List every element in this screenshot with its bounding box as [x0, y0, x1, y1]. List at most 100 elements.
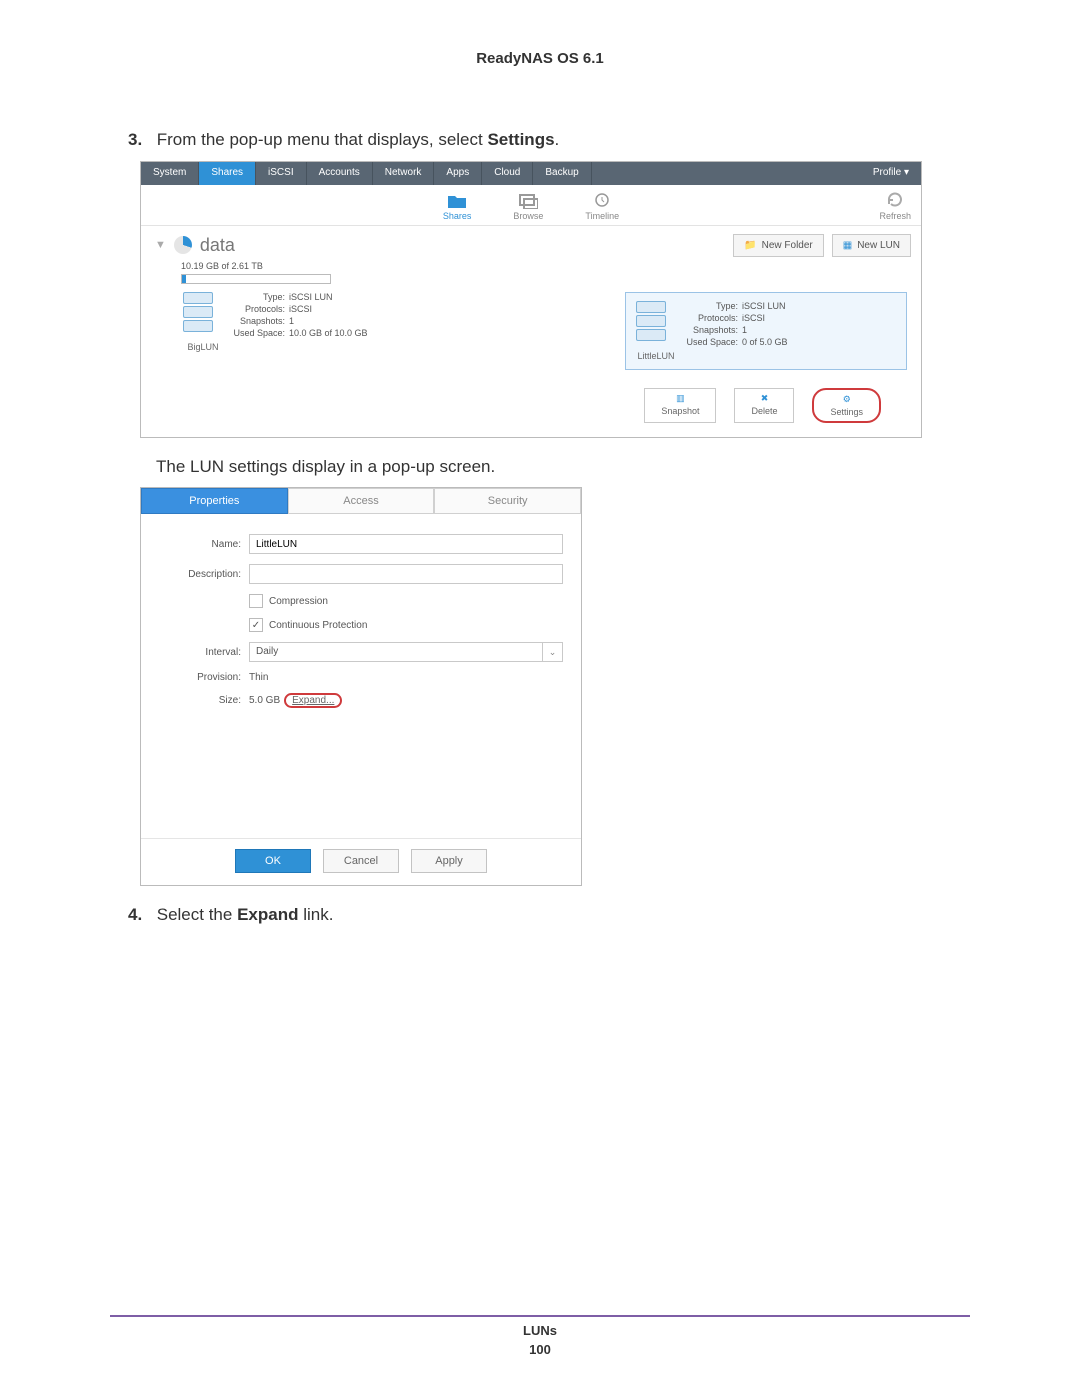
toolbar-shares[interactable]: Shares	[443, 191, 472, 221]
v: iSCSI LUN	[289, 292, 333, 302]
folder-icon	[443, 191, 472, 211]
browse-icon	[513, 191, 543, 211]
nav-apps[interactable]: Apps	[434, 162, 482, 185]
step-3-number: 3.	[128, 127, 152, 153]
k: Used Space:	[225, 328, 289, 338]
step-4-number: 4.	[128, 902, 152, 928]
nav-iscsi[interactable]: iSCSI	[256, 162, 307, 185]
k: Type:	[225, 292, 289, 302]
nav-cloud[interactable]: Cloud	[482, 162, 533, 185]
toolbar-timeline-label: Timeline	[585, 211, 619, 221]
nav-profile[interactable]: Profile ▾	[861, 162, 921, 185]
tab-properties[interactable]: Properties	[141, 488, 288, 514]
compression-label: Compression	[269, 596, 328, 607]
new-lun-button[interactable]: ▦ New LUN	[832, 234, 911, 257]
size-label: Size:	[159, 695, 249, 706]
expand-link[interactable]: Expand...	[284, 693, 342, 708]
nav-backup[interactable]: Backup	[533, 162, 591, 185]
lun-disk-icon	[183, 292, 213, 304]
v: 1	[289, 316, 294, 326]
interval-select[interactable]: Daily	[249, 642, 543, 662]
biglun-name: BigLUN	[181, 342, 225, 352]
gear-icon: ⚙	[843, 394, 851, 405]
name-field[interactable]	[249, 534, 563, 554]
volume-usage-bar	[181, 274, 331, 284]
snapshot-icon: ▥	[676, 393, 685, 404]
settings-label: Settings	[830, 407, 863, 417]
toolbar-browse-label: Browse	[513, 211, 543, 221]
tab-security[interactable]: Security	[434, 488, 581, 514]
continuous-checkbox[interactable]: ✓	[249, 618, 263, 632]
new-folder-button[interactable]: 📁 New Folder	[733, 234, 824, 257]
settings-button[interactable]: ⚙ Settings	[812, 388, 881, 423]
chevron-down-icon[interactable]: ⌄	[543, 642, 563, 662]
continuous-label: Continuous Protection	[269, 620, 367, 631]
clock-icon	[585, 191, 619, 211]
toolbar-timeline[interactable]: Timeline	[585, 191, 619, 221]
tab-access[interactable]: Access	[288, 488, 435, 514]
snapshot-label: Snapshot	[661, 406, 699, 416]
v: iSCSI LUN	[742, 301, 786, 311]
step-mid: The LUN settings display in a pop-up scr…	[156, 454, 970, 480]
lun-disk-icon	[636, 301, 666, 313]
toolbar-refresh[interactable]: Refresh	[879, 191, 911, 221]
refresh-icon	[879, 191, 911, 211]
volume-usage-text: 10.19 GB of 2.61 TB	[181, 261, 921, 271]
collapse-icon[interactable]: ▼	[155, 239, 166, 251]
step-3-text: From the pop-up menu that displays, sele…	[157, 130, 488, 149]
nav-shares[interactable]: Shares	[199, 162, 256, 185]
k: Snapshots:	[225, 316, 289, 326]
volume-name: data	[200, 235, 235, 256]
k: Protocols:	[225, 304, 289, 314]
document-title: ReadyNAS OS 6.1	[110, 50, 970, 67]
provision-label: Provision:	[159, 672, 249, 683]
step-4-tail: link.	[298, 905, 333, 924]
k: Type:	[678, 301, 742, 311]
volume-header: ▼ data 📁 New Folder ▦ New LUN	[141, 226, 921, 261]
delete-icon: ✖	[761, 393, 769, 404]
description-field[interactable]	[249, 564, 563, 584]
ok-button[interactable]: OK	[235, 849, 311, 873]
delete-label: Delete	[751, 406, 777, 416]
k: Protocols:	[678, 313, 742, 323]
toolbar-shares-label: Shares	[443, 211, 472, 221]
folder-icon: 📁	[744, 240, 756, 251]
littlelun-name: LittleLUN	[634, 351, 678, 361]
nav-system[interactable]: System	[141, 162, 199, 185]
v: 0 of 5.0 GB	[742, 337, 788, 347]
apply-button[interactable]: Apply	[411, 849, 487, 873]
nav-network[interactable]: Network	[373, 162, 435, 185]
toolbar-browse[interactable]: Browse	[513, 191, 543, 221]
shares-screenshot: System Shares iSCSI Accounts Network App…	[140, 161, 922, 438]
lun-disk-icon	[183, 306, 213, 318]
step-3: 3. From the pop-up menu that displays, s…	[156, 127, 970, 153]
page-footer: LUNs 100	[0, 1315, 1080, 1357]
new-lun-label: New LUN	[857, 240, 900, 251]
step-4-text: Select the	[157, 905, 237, 924]
v: iSCSI	[742, 313, 765, 323]
name-label: Name:	[159, 539, 249, 550]
step-3-tail: .	[555, 130, 560, 149]
k: Snapshots:	[678, 325, 742, 335]
lun-disk-icon	[636, 315, 666, 327]
footer-page-number: 100	[0, 1342, 1080, 1357]
step-3-bold: Settings	[487, 130, 554, 149]
snapshot-button[interactable]: ▥ Snapshot	[644, 388, 716, 423]
description-label: Description:	[159, 569, 249, 580]
settings-dialog-screenshot: Properties Access Security Name: Descrip…	[140, 487, 582, 886]
lun-disk-icon	[183, 320, 213, 332]
nav-accounts[interactable]: Accounts	[307, 162, 373, 185]
cancel-button[interactable]: Cancel	[323, 849, 399, 873]
size-value: 5.0 GB	[249, 695, 280, 706]
new-folder-label: New Folder	[762, 240, 813, 251]
v: 1	[742, 325, 747, 335]
k: Used Space:	[678, 337, 742, 347]
compression-checkbox[interactable]	[249, 594, 263, 608]
v: iSCSI	[289, 304, 312, 314]
provision-value: Thin	[249, 672, 268, 683]
littlelun-card[interactable]: LittleLUN Type:iSCSI LUN Protocols:iSCSI…	[625, 292, 907, 370]
biglun-card[interactable]: BigLUN Type:iSCSI LUN Protocols:iSCSI Sn…	[181, 292, 605, 370]
step-4: 4. Select the Expand link.	[156, 902, 970, 928]
step-4-bold: Expand	[237, 905, 298, 924]
delete-button[interactable]: ✖ Delete	[734, 388, 794, 423]
